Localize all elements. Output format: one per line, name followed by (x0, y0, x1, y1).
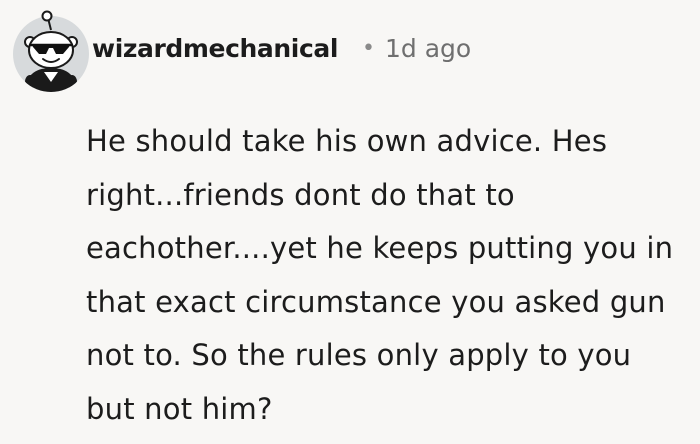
comment-header: wizardmechanical • 1d ago (92, 22, 471, 74)
comment-timestamp[interactable]: 1d ago (385, 34, 471, 63)
comment: wizardmechanical • 1d ago He should take… (0, 0, 700, 444)
author-username[interactable]: wizardmechanical (92, 34, 338, 63)
comment-body: He should take his own advice. Hes right… (86, 124, 674, 426)
author-avatar[interactable] (8, 8, 94, 94)
meta-separator: • (362, 35, 376, 61)
snoo-avatar-sunglasses-icon (13, 10, 89, 92)
